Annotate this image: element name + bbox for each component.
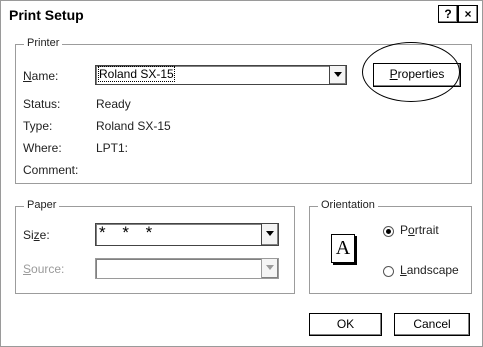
where-value: LPT1: (96, 141, 129, 155)
where-label: Where: (23, 141, 62, 155)
paper-size-value: * * * (99, 223, 159, 242)
help-button[interactable]: ? (438, 5, 458, 23)
close-button[interactable]: × (458, 5, 478, 23)
paper-source-dropdown[interactable] (95, 258, 279, 279)
printer-name-dropdown[interactable]: Roland SX-15 (95, 65, 347, 85)
type-value: Roland SX-15 (96, 119, 171, 133)
status-label: Status: (23, 97, 61, 111)
status-value: Ready (96, 97, 131, 111)
chevron-down-icon (266, 265, 274, 270)
orientation-group-label: Orientation (318, 199, 378, 211)
paper-source-dropdown-button[interactable] (261, 259, 278, 278)
portrait-label[interactable]: Portrait (400, 223, 439, 237)
properties-button[interactable]: Properties (373, 63, 461, 87)
title-bar: Print Setup ? × (1, 1, 482, 27)
paper-group-label: Paper (24, 199, 60, 211)
paper-size-dropdown-button[interactable] (261, 224, 278, 245)
dialog-title: Print Setup (9, 7, 84, 23)
type-label: Type: (23, 119, 53, 133)
comment-label: Comment: (23, 163, 79, 177)
landscape-label[interactable]: Landscape (400, 263, 459, 277)
size-label: Size: (23, 228, 50, 242)
print-setup-dialog: Print Setup ? × Printer Name: Roland SX-… (0, 0, 483, 347)
chevron-down-icon (334, 72, 342, 77)
name-label: Name: (23, 69, 59, 83)
source-label: Source: (23, 262, 65, 276)
portrait-radio[interactable] (383, 226, 394, 237)
printer-group-label: Printer (24, 37, 63, 49)
ok-button[interactable]: OK (309, 313, 382, 336)
printer-name-dropdown-button[interactable] (329, 66, 346, 84)
paper-group: Paper (15, 199, 295, 294)
chevron-down-icon (266, 231, 274, 236)
cancel-button[interactable]: Cancel (394, 313, 470, 336)
printer-name-value: Roland SX-15 (98, 66, 175, 82)
paper-size-dropdown[interactable]: * * * (95, 223, 279, 246)
portrait-orientation-icon: A (331, 234, 355, 263)
landscape-radio[interactable] (383, 266, 394, 277)
